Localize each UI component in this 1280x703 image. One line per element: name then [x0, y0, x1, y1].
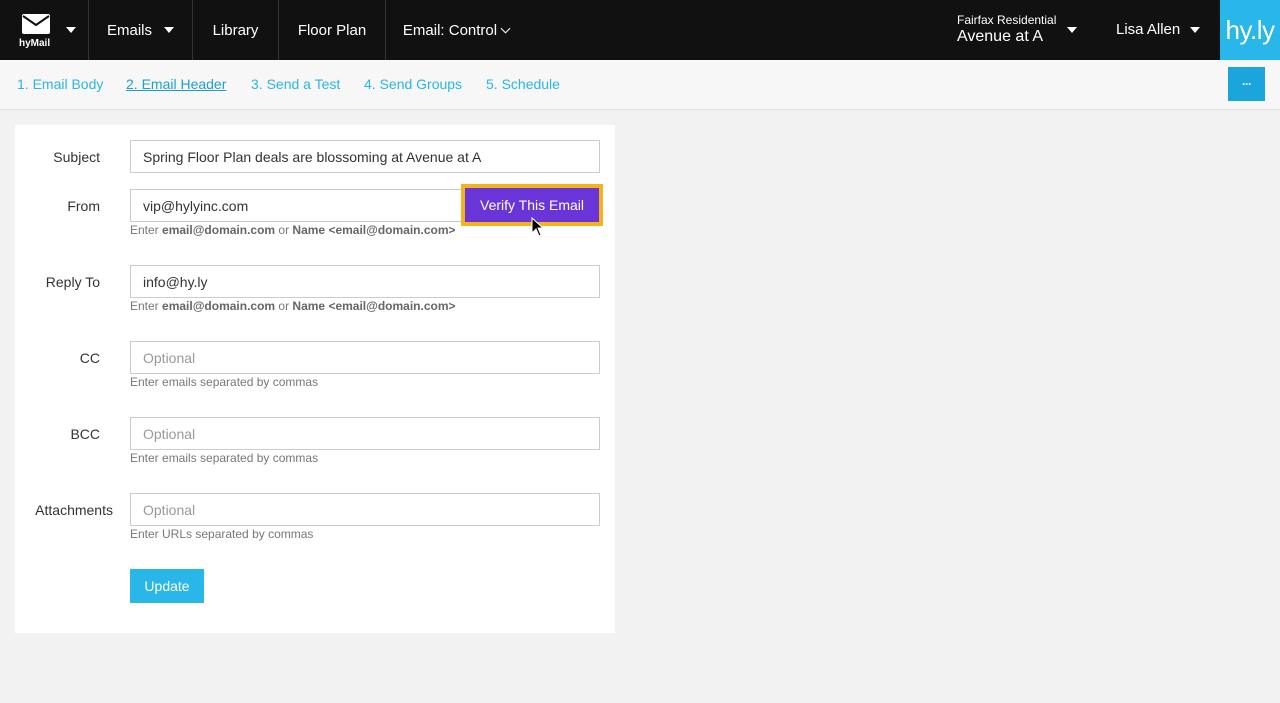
- nav-library[interactable]: Library: [193, 0, 279, 60]
- from-label: From: [67, 198, 100, 214]
- nav-floor-plan[interactable]: Floor Plan: [279, 0, 386, 60]
- bcc-help: Enter emails separated by commas: [130, 451, 319, 465]
- chevron-down-icon: [500, 23, 511, 33]
- user-menu[interactable]: Lisa Allen: [1116, 21, 1180, 38]
- caret-down-icon: [164, 27, 174, 33]
- nav-email-control[interactable]: Email: Control: [386, 0, 526, 60]
- cc-help: Enter emails separated by commas: [130, 375, 319, 389]
- subject-label: Subject: [53, 149, 100, 165]
- nav-emails[interactable]: Emails: [89, 0, 193, 60]
- reply-to-input[interactable]: info@hy.ly: [130, 265, 600, 298]
- reply-to-label: Reply To: [45, 274, 100, 290]
- attachments-help: Enter URLs separated by commas: [130, 527, 314, 541]
- step-email-body[interactable]: 1. Email Body: [17, 76, 103, 92]
- mouse-cursor-icon: [531, 217, 545, 237]
- top-navbar: hyMail Emails Library Floor Plan Email: …: [0, 0, 1280, 60]
- caret-down-icon[interactable]: [1190, 27, 1200, 33]
- attachments-input[interactable]: Optional: [130, 493, 600, 526]
- bcc-input[interactable]: Optional: [130, 417, 600, 450]
- reply-to-help: Enter email@domain.com or Name <email@do…: [130, 299, 456, 313]
- caret-down-icon: [66, 27, 76, 33]
- property-selector[interactable]: Fairfax Residential Avenue at A: [957, 13, 1056, 46]
- step-send-test[interactable]: 3. Send a Test: [251, 76, 340, 92]
- from-input[interactable]: vip@hylyinc.com: [130, 189, 465, 222]
- cc-input[interactable]: Optional: [130, 341, 600, 374]
- hymail-menu[interactable]: hyMail: [0, 0, 89, 60]
- subject-input[interactable]: Spring Floor Plan deals are blossoming a…: [130, 140, 600, 173]
- bcc-label: BCC: [70, 426, 100, 442]
- attachments-label: Attachments: [35, 502, 113, 518]
- caret-down-icon[interactable]: [1067, 27, 1077, 33]
- property-name: Avenue at A: [957, 28, 1043, 45]
- steps-bar: 1. Email Body 2. Email Header 3. Send a …: [0, 60, 1280, 110]
- nav-floor-plan-label: Floor Plan: [297, 21, 367, 39]
- update-button[interactable]: Update: [130, 569, 204, 603]
- brand-label: hyMail: [19, 38, 51, 49]
- more-options-button[interactable]: ···: [1228, 67, 1265, 101]
- cc-label: CC: [79, 350, 100, 366]
- step-send-groups[interactable]: 4. Send Groups: [364, 76, 462, 92]
- step-email-header[interactable]: 2. Email Header: [126, 76, 226, 92]
- hyly-logo[interactable]: hy.ly: [1220, 0, 1280, 60]
- step-schedule[interactable]: 5. Schedule: [486, 76, 560, 92]
- email-header-form: Subject Spring Floor Plan deals are blos…: [15, 125, 615, 633]
- nav-email-control-label: Email: Control: [402, 21, 498, 39]
- nav-library-label: Library: [212, 21, 259, 39]
- envelope-icon: [22, 14, 50, 34]
- company-name: Fairfax Residential: [957, 13, 1057, 27]
- from-help: Enter email@domain.com or Name <email@do…: [130, 223, 456, 237]
- nav-emails-label: Emails: [106, 21, 152, 39]
